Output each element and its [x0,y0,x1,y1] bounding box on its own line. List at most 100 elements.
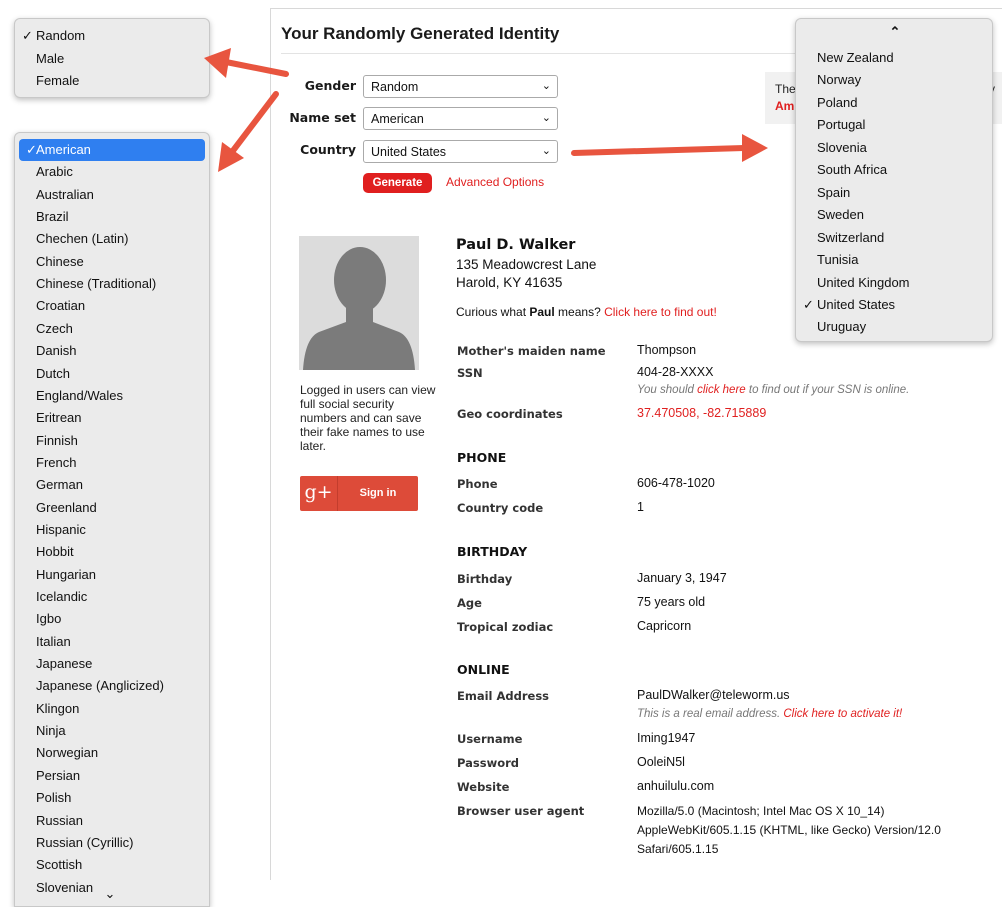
nameset-option-item[interactable]: Hispanic [15,519,209,541]
ssn-check-link[interactable]: click here [697,384,746,396]
nameset-option-item[interactable]: French [15,452,209,474]
country-option-item[interactable]: Poland [796,92,992,114]
nameset-option-item-label: Chinese (Traditional) [36,276,157,292]
checkmark-icon: ✓ [26,142,37,157]
gender-option-item-label: Random [36,28,86,43]
country-option-item[interactable]: United Kingdom [796,272,992,294]
nameset-option-item-label: Polish [36,790,72,806]
email-activate-link[interactable]: Click here to activate it! [783,708,902,720]
advanced-options-link[interactable]: Advanced Options [446,175,544,189]
nameset-option-item[interactable]: Ninja [15,720,209,742]
nameset-option-item[interactable]: Russian [15,810,209,832]
geo-coordinates-link[interactable]: 37.470508, -82.715889 [637,406,766,420]
country-option-item[interactable]: Spain [796,182,992,204]
nameset-option-item-label: Australian [36,186,94,202]
nameset-option-item-label: German [36,477,83,493]
maiden-name-value: Thompson [637,343,697,357]
nameset-option-item[interactable]: Chinese [15,251,209,273]
name-meaning-line: Curious what Paul means? Click here to f… [456,305,717,319]
country-option-item-label: United Kingdom [817,274,910,290]
country-option-item[interactable]: ✓ United States [796,294,992,316]
country-option-item[interactable]: Tunisia [796,249,992,271]
gender-option-item[interactable]: ✓ Random [15,25,209,47]
checkmark-icon: ✓ [22,28,33,43]
age-label: Age [457,596,482,610]
nameset-option-item[interactable]: Australian [15,184,209,206]
nameset-option-item[interactable]: Scottish [15,854,209,876]
chevron-down-icon: ⌄ [541,112,551,124]
nameset-option-item[interactable]: Chechen (Latin) [15,228,209,250]
nameset-option-item[interactable]: Igbo [15,608,209,630]
country-select[interactable]: United States ⌄ [363,140,558,163]
nameset-option-item[interactable]: England/Wales [15,385,209,407]
nameset-option-item[interactable]: Norwegian [15,742,209,764]
identity-name: Paul D. Walker [456,237,576,253]
gender-option-item[interactable]: Female [15,70,209,92]
nameset-option-item[interactable]: Danish [15,340,209,362]
country-option-item[interactable]: Sweden [796,204,992,226]
nameset-option-item-label: Igbo [36,611,62,627]
gender-option-item[interactable]: Male [15,48,209,70]
nameset-select[interactable]: American ⌄ [363,107,558,130]
nameset-option-item-label: Persian [36,767,81,783]
nameset-option-item-label: Japanese (Anglicized) [36,678,164,694]
nameset-option-item[interactable]: ✓ American [19,139,205,161]
birthday-label: Birthday [457,572,513,586]
notice-link[interactable]: Am [775,99,794,113]
nameset-option-item-label: Italian [36,633,71,649]
country-option-item[interactable]: Portugal [796,114,992,136]
name-meaning-link[interactable]: Click here to find out! [604,305,717,319]
nameset-option-item[interactable]: Hobbit [15,541,209,563]
nameset-option-item[interactable]: Klingon [15,698,209,720]
generate-button[interactable]: Generate [363,173,432,193]
nameset-option-item[interactable]: Russian (Cyrillic) [15,832,209,854]
nameset-option-item-label: Chechen (Latin) [36,231,129,247]
nameset-option-item[interactable]: Czech [15,318,209,340]
title-divider [281,53,801,54]
nameset-option-item-label: Russian [36,812,83,828]
nameset-option-item[interactable]: Icelandic [15,586,209,608]
nameset-option-item[interactable]: Arabic [15,161,209,183]
country-option-item[interactable]: Uruguay [796,316,992,338]
country-option-item[interactable]: Switzerland [796,227,992,249]
country-code-label: Country code [457,501,544,515]
gender-select[interactable]: Random ⌄ [363,75,558,98]
username-value: Iming1947 [637,731,696,745]
nameset-option-item[interactable]: Japanese [15,653,209,675]
nameset-option-item[interactable]: Italian [15,631,209,653]
nameset-option-item[interactable]: Eritrean [15,407,209,429]
country-option-item[interactable]: Norway [796,69,992,91]
nameset-option-item[interactable]: Dutch [15,363,209,385]
nameset-option-item-label: Brazil [36,209,69,225]
country-option-item[interactable]: South Africa [796,159,992,181]
google-signin-button[interactable]: g+ Sign in [300,476,418,511]
user-agent-value: Mozilla/5.0 (Macintosh; Intel Mac OS X 1… [637,804,941,856]
country-option-item[interactable]: New Zealand [796,47,992,69]
nameset-option-item[interactable]: Brazil [15,206,209,228]
nameset-option-item-label: Arabic [36,164,73,180]
geo-label: Geo coordinates [457,407,563,421]
nameset-dropdown-menu: ⌄ ✓ American Arabic Australian Brazil Chechen… [14,132,210,907]
password-label: Password [457,756,519,770]
country-option-item[interactable]: Slovenia [796,137,992,159]
nameset-option-item[interactable]: Greenland [15,497,209,519]
nameset-option-item[interactable]: Japanese (Anglicized) [15,675,209,697]
password-value: OoleiN5l [637,755,685,769]
country-option-item-label: Uruguay [817,319,867,335]
nameset-option-item[interactable]: Persian [15,765,209,787]
checkmark-icon: ✓ [803,296,814,312]
nameset-option-item[interactable]: Slovenian [15,877,209,899]
login-note: Logged in users can view full social sec… [300,383,436,453]
zodiac-label: Tropical zodiac [457,620,554,634]
ssn-label: SSN [457,366,483,380]
email-note-prefix: This is a real email address. [637,708,784,720]
nameset-option-item[interactable]: Hungarian [15,564,209,586]
username-label: Username [457,732,523,746]
nameset-option-item[interactable]: Polish [15,787,209,809]
nameset-option-item[interactable]: German [15,474,209,496]
nameset-option-item[interactable]: Chinese (Traditional) [15,273,209,295]
online-heading: ONLINE [457,662,510,677]
nameset-option-item[interactable]: Finnish [15,430,209,452]
nameset-option-item[interactable]: Croatian [15,295,209,317]
scroll-up-icon[interactable]: ⌃ [880,21,910,43]
